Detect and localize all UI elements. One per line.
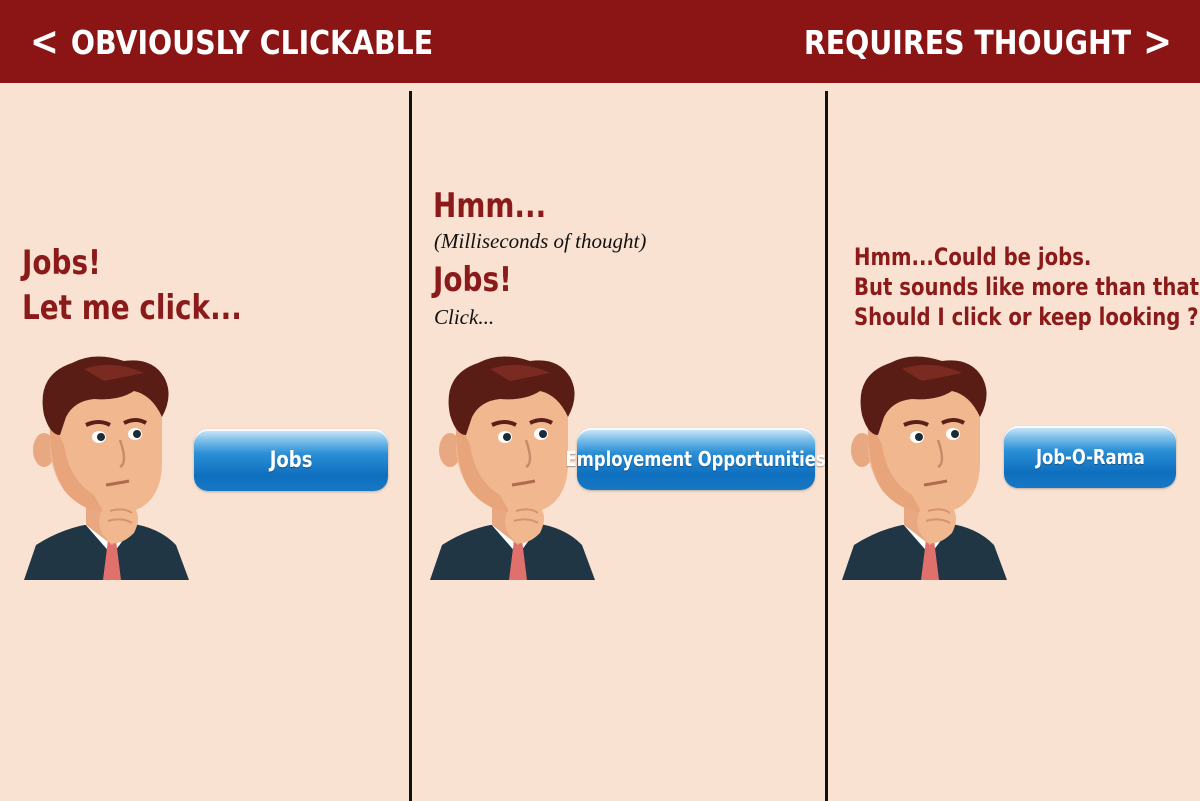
jobs-button[interactable]: Jobs xyxy=(194,429,388,491)
panel2-thought-note: (Milliseconds of thought) xyxy=(434,229,647,253)
panel3-line1: Hmm...Could be jobs. xyxy=(854,243,1092,271)
panel3-line3: Should I click or keep looking ? xyxy=(854,303,1199,331)
job-o-rama-button[interactable]: Job-O-Rama xyxy=(1004,426,1176,488)
panel2-click-note: Click... xyxy=(434,305,495,329)
panel3-line2: But sounds like more than that xyxy=(854,273,1200,301)
panel-requires-thought: Hmm...Could be jobs. But sounds like mor… xyxy=(828,83,1200,801)
chevron-right-icon: > xyxy=(1143,19,1172,65)
panel-millisecond: Hmm... (Milliseconds of thought) Jobs! C… xyxy=(412,83,826,801)
thinking-man-illustration xyxy=(24,355,189,580)
panel1-exclaim: Jobs! xyxy=(22,243,101,283)
jobs-button-label: Jobs xyxy=(269,447,313,473)
thinking-man-illustration xyxy=(842,355,1007,580)
header-left-label: OBVIOUSLY CLICKABLE xyxy=(70,22,434,62)
panel2-exclaim: Jobs! xyxy=(433,260,512,300)
panel-obvious: Jobs! Let me click... Jobs xyxy=(0,83,409,801)
panel2-hmm: Hmm... xyxy=(433,186,547,226)
chevron-left-icon: < xyxy=(30,19,59,65)
employment-opportunities-button[interactable]: Employement Opportunities xyxy=(566,428,826,490)
header-right-label: REQUIRES THOUGHT xyxy=(803,22,1132,62)
job-o-rama-button-label: Job-O-Rama xyxy=(1035,445,1145,469)
header-bar: < OBVIOUSLY CLICKABLE REQUIRES THOUGHT > xyxy=(0,0,1200,83)
next-link[interactable]: REQUIRES THOUGHT > xyxy=(803,19,1184,65)
previous-link[interactable]: < OBVIOUSLY CLICKABLE xyxy=(18,19,434,65)
employment-button-label: Employement Opportunities xyxy=(565,447,827,471)
panel1-action: Let me click... xyxy=(22,288,242,328)
